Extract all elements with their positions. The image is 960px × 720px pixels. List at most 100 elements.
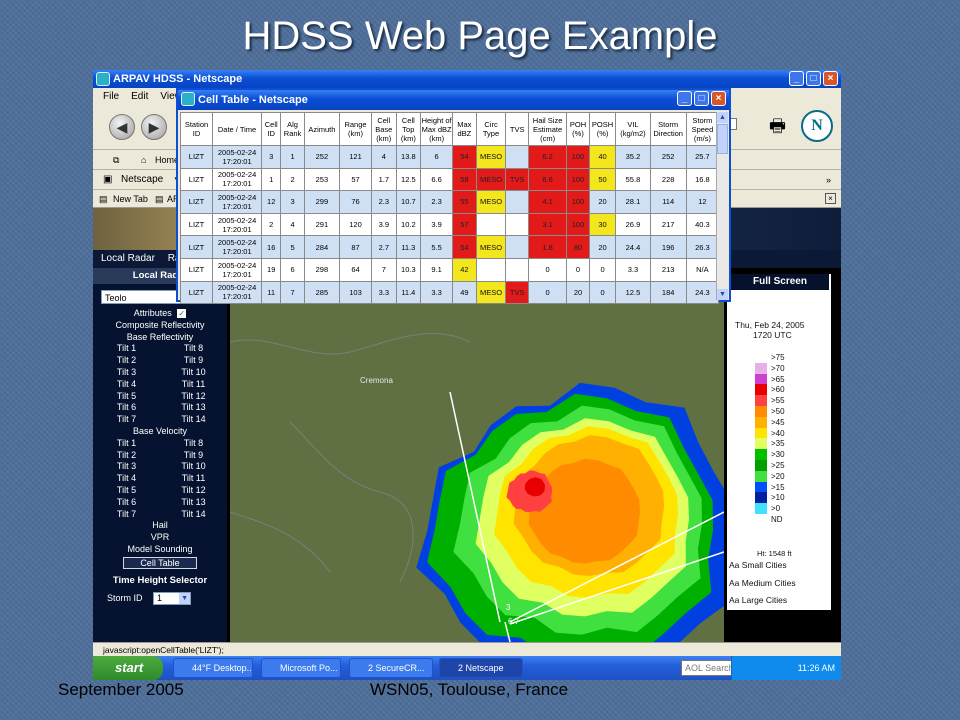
column-header[interactable]: Storm Speed (m/s): [685, 112, 720, 146]
task-netscape[interactable]: 2 Netscape: [439, 658, 523, 678]
maximize-icon[interactable]: □: [694, 91, 709, 106]
column-header[interactable]: TVS: [505, 112, 529, 146]
minimize-icon[interactable]: _: [789, 71, 804, 86]
checkbox-checked-icon[interactable]: ✓: [177, 309, 187, 318]
start-button[interactable]: start: [93, 656, 163, 680]
table-row[interactable]: LIZT 2005-02-24 17:20:01 12 3 299 76 2.3 10.7 2.…: [179, 190, 720, 214]
tab-icon[interactable]: ⧉: [113, 150, 119, 170]
column-header[interactable]: Circ Type: [475, 112, 507, 146]
column-header[interactable]: POSH (%): [588, 112, 617, 146]
scroll-down-icon[interactable]: ▼: [717, 289, 728, 300]
vel-tilt-link[interactable]: Tilt 10: [160, 461, 227, 473]
composite-link[interactable]: Composite Reflectivity: [93, 320, 227, 332]
column-header[interactable]: Cell Base (km): [371, 112, 397, 146]
table-cell: 100: [566, 190, 590, 214]
menu-edit[interactable]: Edit: [131, 88, 148, 106]
legend-level-label: >20: [771, 471, 785, 481]
chevron-right-icon[interactable]: »: [826, 170, 831, 190]
column-header[interactable]: Date / Time: [212, 112, 263, 146]
task-securecrt[interactable]: 2 SecureCR...: [349, 658, 433, 678]
table-row[interactable]: LIZT 2005-02-24 17:20:01 19 6 298 64 7 10.3 9.1 4…: [179, 257, 720, 282]
refl-tilt-link[interactable]: Tilt 12: [160, 391, 227, 403]
vel-tilt-link[interactable]: Tilt 6: [93, 497, 160, 509]
refl-tilt-link[interactable]: Tilt 5: [93, 391, 160, 403]
hail-link[interactable]: Hail: [93, 520, 227, 532]
refl-tilt-link[interactable]: Tilt 9: [160, 355, 227, 367]
cell-table-button[interactable]: Cell Table: [123, 556, 197, 569]
vel-tilt-link[interactable]: Tilt 13: [160, 497, 227, 509]
refl-tilt-link[interactable]: Tilt 13: [160, 402, 227, 414]
attributes-row[interactable]: Attributes ✓: [93, 308, 227, 320]
column-header[interactable]: Azimuth: [303, 112, 341, 146]
scroll-thumb[interactable]: [717, 124, 728, 154]
table-cell: 58: [452, 167, 477, 192]
tab-close-icon[interactable]: ×: [825, 193, 836, 204]
column-header[interactable]: Station ID: [179, 112, 214, 146]
legend-level-label: >60: [771, 385, 785, 395]
maximize-icon[interactable]: □: [806, 71, 821, 86]
vpr-link[interactable]: VPR: [93, 532, 227, 544]
refl-tilt-link[interactable]: Tilt 1: [93, 343, 160, 355]
column-header[interactable]: Storm Direction: [649, 112, 687, 146]
vel-tilt-link[interactable]: Tilt 2: [93, 450, 160, 462]
column-header[interactable]: Cell Top (km): [395, 112, 422, 146]
column-header[interactable]: Hail Size Estimate (cm): [527, 112, 568, 146]
table-row[interactable]: LIZT 2005-02-24 17:20:01 1 2 253 57 1.7 12.5 6.6…: [179, 167, 720, 192]
vel-tilt-link[interactable]: Tilt 14: [160, 509, 227, 521]
vel-tilt-link[interactable]: Tilt 4: [93, 473, 160, 485]
vel-tilt-link[interactable]: Tilt 12: [160, 485, 227, 497]
main-titlebar[interactable]: ARPAV HDSS - Netscape _ □ ×: [93, 70, 841, 88]
column-header[interactable]: Cell ID: [261, 112, 282, 146]
refl-tilt-link[interactable]: Tilt 4: [93, 379, 160, 391]
refl-tilt-link[interactable]: Tilt 7: [93, 414, 160, 426]
vel-tilt-link[interactable]: Tilt 7: [93, 509, 160, 521]
nav-local-radar[interactable]: Local Radar: [101, 253, 155, 264]
close-icon[interactable]: ×: [711, 91, 726, 106]
refl-tilt-link[interactable]: Tilt 11: [160, 379, 227, 391]
refl-tilt-link[interactable]: Tilt 10: [160, 367, 227, 379]
table-cell: 2.3: [420, 190, 454, 214]
column-header[interactable]: VIL (kg/m2): [615, 112, 651, 146]
table-row[interactable]: LIZT 2005-02-24 17:20:01 2 4 291 120 3.9 10.2 3.…: [179, 212, 720, 237]
column-header[interactable]: Height of Max dBZ (km): [420, 112, 454, 146]
menu-file[interactable]: File: [103, 88, 119, 106]
cell-table-titlebar[interactable]: Cell Table - Netscape _ □ ×: [178, 90, 729, 110]
vel-tilt-link[interactable]: Tilt 5: [93, 485, 160, 497]
forward-arrow-icon[interactable]: ▶: [141, 114, 167, 140]
model-sounding-link[interactable]: Model Sounding: [93, 544, 227, 556]
netscape-search-icon: ▣: [103, 174, 113, 185]
chevron-down-icon[interactable]: ▼: [179, 592, 191, 604]
vel-tilt-link[interactable]: Tilt 3: [93, 461, 160, 473]
column-header[interactable]: Max dBZ: [452, 112, 477, 146]
cell-table-scrollbar[interactable]: ▲ ▼: [716, 112, 728, 300]
close-icon[interactable]: ×: [823, 71, 838, 86]
minimize-icon[interactable]: _: [677, 91, 692, 106]
back-arrow-icon[interactable]: ◀: [109, 114, 135, 140]
full-screen-button[interactable]: Full Screen: [731, 274, 829, 290]
newtab-label[interactable]: New Tab: [113, 190, 148, 208]
table-row[interactable]: LIZT 2005-02-24 17:20:01 16 5 284 87 2.7 11.3 5.…: [179, 235, 720, 259]
vel-tilt-row: Tilt 3 Tilt 10: [93, 461, 227, 473]
table-row[interactable]: LIZT 2005-02-24 17:20:01 11 7 285 103 3.3 11.4 3…: [179, 280, 720, 305]
column-header[interactable]: Range (km): [338, 112, 373, 146]
scroll-up-icon[interactable]: ▲: [717, 112, 728, 123]
refl-tilt-link[interactable]: Tilt 6: [93, 402, 160, 414]
table-row[interactable]: LIZT 2005-02-24 17:20:01 3 1 252 121 4 13.8 6 54 M…: [179, 145, 720, 169]
refl-tilt-link[interactable]: Tilt 2: [93, 355, 160, 367]
refl-tilt-link[interactable]: Tilt 3: [93, 367, 160, 379]
vel-tilt-link[interactable]: Tilt 11: [160, 473, 227, 485]
refl-tilt-link[interactable]: Tilt 14: [160, 414, 227, 426]
column-header[interactable]: POH (%): [566, 112, 590, 146]
print-icon[interactable]: 🖶: [769, 114, 786, 144]
search-label[interactable]: Netscape: [121, 170, 163, 190]
vel-tilt-link[interactable]: Tilt 8: [160, 438, 227, 450]
refl-tilt-link[interactable]: Tilt 8: [160, 343, 227, 355]
vel-tilt-link[interactable]: Tilt 1: [93, 438, 160, 450]
column-header[interactable]: Alg Rank: [280, 112, 305, 146]
task-powerpoint[interactable]: Microsoft Po...: [261, 658, 341, 678]
storm-id-select[interactable]: 1 ▼: [153, 591, 192, 605]
radar-map[interactable]: Cremona 3 6.7: [230, 282, 724, 658]
home-icon[interactable]: ⌂: [141, 150, 146, 170]
vel-tilt-link[interactable]: Tilt 9: [160, 450, 227, 462]
task-desktop[interactable]: 44°F Desktop...: [173, 658, 253, 678]
